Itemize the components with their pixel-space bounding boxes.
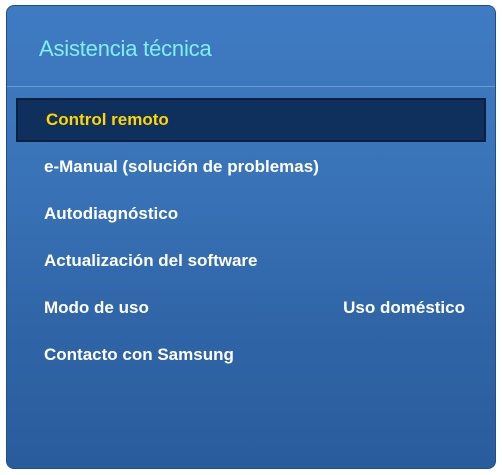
menu-item-autodiagnostico[interactable]: Autodiagnóstico — [7, 192, 495, 236]
title-divider — [7, 86, 495, 87]
menu-item-label: e-Manual (solución de problemas) — [44, 157, 319, 176]
menu-item-modo-de-uso[interactable]: Modo de uso Uso doméstico — [7, 286, 495, 330]
menu-item-e-manual[interactable]: e-Manual (solución de problemas) — [7, 145, 495, 189]
menu-item-label: Autodiagnóstico — [44, 204, 179, 223]
panel-title: Asistencia técnica — [39, 36, 212, 61]
support-menu: Control remoto e-Manual (solución de pro… — [7, 98, 495, 380]
menu-item-label: Control remoto — [46, 110, 169, 129]
menu-item-label: Modo de uso — [44, 298, 149, 317]
menu-item-value: Uso doméstico — [343, 298, 465, 317]
menu-item-label: Contacto con Samsung — [44, 345, 234, 364]
menu-item-label: Actualización del software — [44, 251, 258, 270]
menu-item-actualizacion-software[interactable]: Actualización del software — [7, 239, 495, 283]
support-panel: Asistencia técnica Control remoto e-Manu… — [6, 5, 496, 469]
menu-item-control-remoto[interactable]: Control remoto — [16, 98, 486, 142]
menu-item-contacto-samsung[interactable]: Contacto con Samsung — [7, 333, 495, 377]
